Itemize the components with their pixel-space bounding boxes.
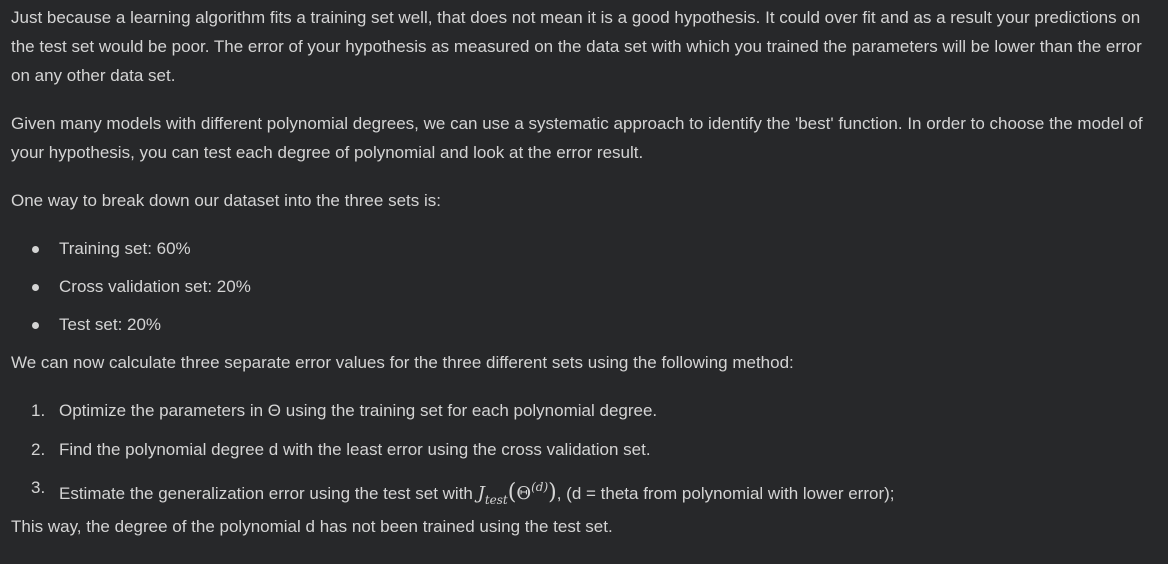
list-item: 1. Optimize the parameters in Θ using th… <box>11 396 1161 425</box>
list-item-text: Test set: 20% <box>59 315 162 334</box>
math-formula: Jtest(Θ(d)) <box>477 480 557 507</box>
list-item: 3. Estimate the generalization error usi… <box>11 473 1161 507</box>
paragraph-dataset-split: One way to break down our dataset into t… <box>11 191 441 210</box>
article-content: Just because a learning algorithm fits a… <box>11 3 1161 541</box>
dataset-split-list: Training set: 60% Cross validation set: … <box>11 234 1161 339</box>
bullet-icon <box>32 284 39 291</box>
list-item: Training set: 60% <box>11 234 1161 263</box>
math-theta: Θ <box>516 483 532 504</box>
method-steps-list: 1. Optimize the parameters in Θ using th… <box>11 396 1161 507</box>
step-text-prefix: Estimate the generalization error using … <box>59 484 478 503</box>
list-item: Test set: 20% <box>11 310 1161 339</box>
math-superscript: (d) <box>531 480 549 494</box>
math-subscript: test <box>484 493 508 507</box>
list-item-text: Training set: 60% <box>59 239 191 258</box>
step-text-suffix: , (d = theta from polynomial with lower … <box>556 484 895 503</box>
step-number: 1. <box>31 401 46 420</box>
paragraph-conclusion: This way, the degree of the polynomial d… <box>11 516 613 536</box>
math-close-paren: ) <box>548 480 557 505</box>
paragraph-overfit: Just because a learning algorithm fits a… <box>11 8 1142 85</box>
bullet-icon <box>32 246 39 253</box>
paragraph-method-intro: We can now calculate three separate erro… <box>11 353 794 372</box>
bullet-icon <box>32 322 39 329</box>
step-number: 3. <box>31 478 46 497</box>
step-number: 2. <box>31 439 46 459</box>
step-text: Optimize the parameters in Θ using the t… <box>59 401 658 420</box>
list-item: Cross validation set: 20% <box>11 272 1161 301</box>
math-j: J <box>477 483 485 504</box>
step-text: Find the polynomial degree d with the le… <box>59 439 651 459</box>
list-item: 2. Find the polynomial degree d with the… <box>11 435 1161 464</box>
list-item-text: Cross validation set: 20% <box>59 277 251 296</box>
paragraph-model-selection: Given many models with different polynom… <box>11 114 1143 162</box>
